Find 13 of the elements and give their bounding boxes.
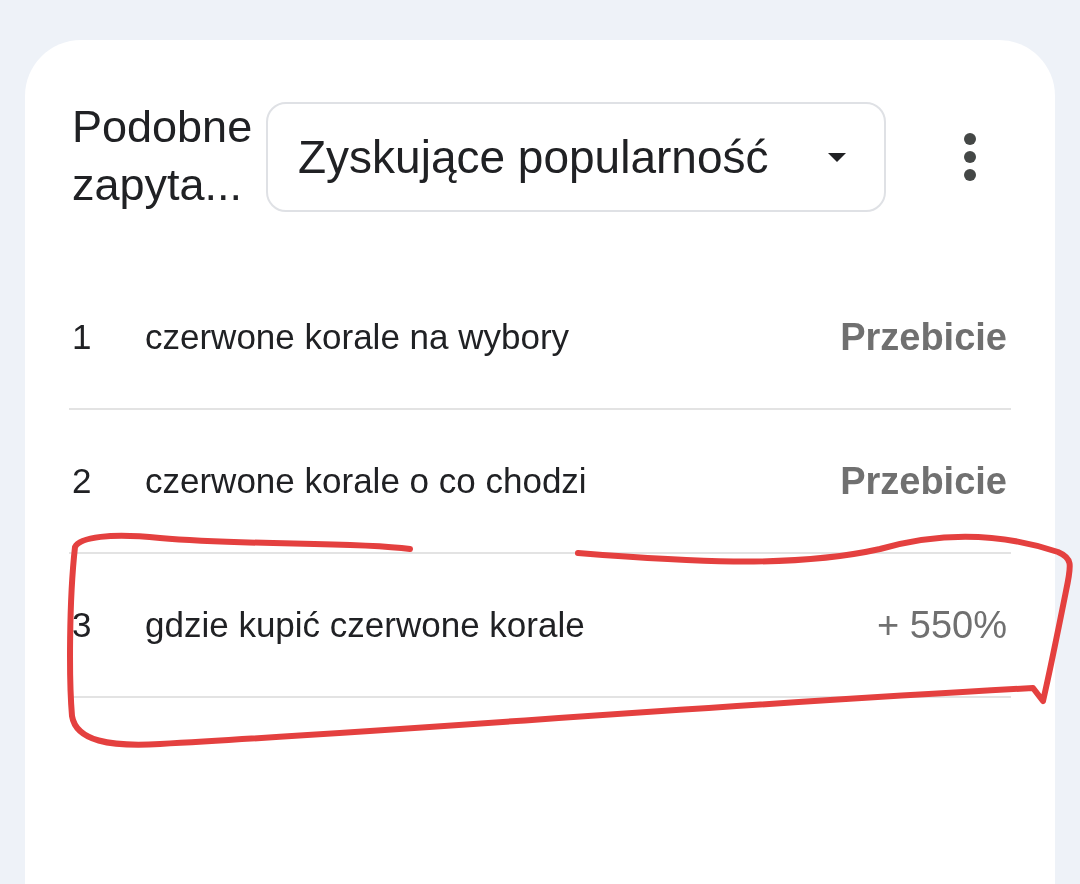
rank-number: 3: [72, 605, 93, 645]
more-icon[interactable]: [964, 133, 976, 181]
rank-number: 1: [72, 317, 93, 357]
trend-value: Przebicie: [840, 459, 1007, 503]
caret-icon: [828, 152, 846, 162]
section-title: Podobne zapyta...: [72, 100, 254, 212]
trend-value: Przebicie: [840, 315, 1007, 359]
query-text: czerwone korale na wybory: [145, 317, 571, 357]
query-text: gdzie kupić czerwone korale: [145, 605, 586, 645]
trend-value: + 550%: [877, 603, 1007, 647]
query-text: czerwone korale o co chodzi: [145, 461, 588, 501]
filter-dropdown[interactable]: Zyskujące popularność: [266, 102, 886, 212]
rank-number: 2: [72, 461, 93, 501]
